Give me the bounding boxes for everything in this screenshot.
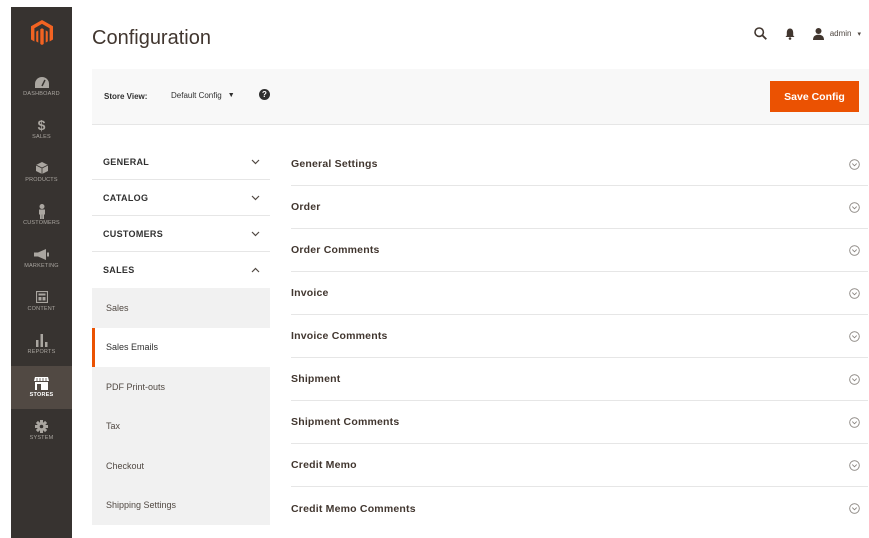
admin-username: admin xyxy=(829,29,852,38)
section-title: General Settings xyxy=(291,158,378,170)
megaphone-icon xyxy=(34,247,50,261)
expand-toggle-icon xyxy=(849,416,860,428)
expand-toggle-icon xyxy=(849,459,860,471)
bar-chart-icon xyxy=(34,333,50,347)
sidebar-item-products[interactable]: PRODUCTS xyxy=(11,151,72,194)
section-title: Invoice Comments xyxy=(291,330,388,342)
chevron-down-icon xyxy=(251,159,260,165)
section-title: Order Comments xyxy=(291,244,380,256)
header-actions: admin ▾ xyxy=(753,27,861,40)
sidebar-item-system[interactable]: SYSTEM xyxy=(11,409,72,452)
layout-icon xyxy=(34,290,50,304)
section-title: Shipment xyxy=(291,373,341,385)
sidebar-item-label: SYSTEM xyxy=(29,435,54,441)
caret-down-icon: ▼ xyxy=(227,92,235,99)
sidebar-item-label: PRODUCTS xyxy=(25,177,58,183)
sidebar-item-label: REPORTS xyxy=(27,349,56,355)
section-order-comments[interactable]: Order Comments xyxy=(291,229,868,272)
magento-logo[interactable] xyxy=(11,7,72,59)
nav-group-label: CUSTOMERS xyxy=(103,228,164,239)
section-title: Shipment Comments xyxy=(291,416,400,428)
sidebar-item-label: DASHBOARD xyxy=(23,91,60,97)
dashboard-icon xyxy=(34,75,50,89)
section-invoice-comments[interactable]: Invoice Comments xyxy=(291,315,868,358)
sidebar-item-reports[interactable]: REPORTS xyxy=(11,323,72,366)
sidebar-item-stores[interactable]: STORES xyxy=(11,366,72,409)
expand-toggle-icon xyxy=(849,373,860,385)
cube-icon xyxy=(34,161,50,175)
sidebar-item-label: CONTENT xyxy=(27,306,56,312)
section-title: Credit Memo xyxy=(291,459,357,471)
page-title: Configuration xyxy=(92,27,211,49)
nav-group-label: CATALOG xyxy=(103,192,149,203)
chevron-up-icon xyxy=(251,267,260,273)
nav-group-general[interactable]: GENERAL xyxy=(92,144,270,180)
section-general-settings[interactable]: General Settings xyxy=(291,143,868,186)
dollar-icon: $ xyxy=(37,117,46,133)
section-title: Invoice xyxy=(291,287,329,299)
nav-sales-items: Sales Sales Emails PDF Print-outs Tax Ch… xyxy=(92,288,270,525)
section-shipment-comments[interactable]: Shipment Comments xyxy=(291,401,868,444)
sidebar-item-customers[interactable]: CUSTOMERS xyxy=(11,194,72,237)
user-icon xyxy=(812,27,824,40)
person-icon xyxy=(34,203,50,219)
section-title: Credit Memo Comments xyxy=(291,502,416,515)
search-icon xyxy=(753,27,767,40)
section-credit-memo-comments[interactable]: Credit Memo Comments xyxy=(291,487,868,530)
nav-group-catalog[interactable]: CATALOG xyxy=(92,180,270,216)
magento-logo-icon xyxy=(30,20,53,45)
search-button[interactable] xyxy=(753,27,767,40)
sidebar-item-dashboard[interactable]: DASHBOARD xyxy=(11,65,72,108)
config-sections: General Settings Order Order Comments In… xyxy=(291,143,868,530)
section-order[interactable]: Order xyxy=(291,186,868,229)
help-icon[interactable]: ? xyxy=(259,89,270,100)
sidebar-item-label: STORES xyxy=(29,392,54,398)
sidebar-item-marketing[interactable]: MARKETING xyxy=(11,237,72,280)
admin-user-menu[interactable]: admin ▾ xyxy=(812,27,861,40)
nav-item-sales-emails[interactable]: Sales Emails xyxy=(92,327,270,367)
store-icon xyxy=(34,376,50,390)
nav-item-shipping-settings[interactable]: Shipping Settings xyxy=(92,486,270,526)
expand-toggle-icon xyxy=(849,201,860,213)
expand-toggle-icon xyxy=(849,158,860,170)
gear-icon xyxy=(34,419,50,433)
admin-sidebar: DASHBOARD $ SALES PRODUCTS CUSTOMERS MAR… xyxy=(11,7,72,538)
expand-toggle-icon xyxy=(849,503,860,514)
nav-group-customers[interactable]: CUSTOMERS xyxy=(92,216,270,252)
chevron-down-icon: ▾ xyxy=(857,30,861,38)
section-invoice[interactable]: Invoice xyxy=(291,272,868,315)
sidebar-item-label: SALES xyxy=(32,134,51,140)
nav-group-label: SALES xyxy=(103,265,135,275)
config-tabs-nav: GENERAL CATALOG CUSTOMERS SALES Sales Sa… xyxy=(92,144,270,525)
section-credit-memo[interactable]: Credit Memo xyxy=(291,444,868,487)
nav-group-sales[interactable]: SALES xyxy=(92,252,270,288)
nav-item-pdf-print-outs[interactable]: PDF Print-outs xyxy=(92,367,270,407)
store-view-toolbar: Store View: Default Config ▼ ? Save Conf… xyxy=(92,69,869,125)
section-shipment[interactable]: Shipment xyxy=(291,358,868,401)
nav-item-tax[interactable]: Tax xyxy=(92,407,270,447)
chevron-down-icon xyxy=(251,195,260,201)
sidebar-item-label: CUSTOMERS xyxy=(23,220,60,226)
section-title: Order xyxy=(291,201,321,213)
store-view-value: Default Config xyxy=(171,91,222,100)
save-config-button[interactable]: Save Config xyxy=(770,81,859,112)
sidebar-item-sales[interactable]: $ SALES xyxy=(11,108,72,151)
store-view-label: Store View: xyxy=(104,92,148,101)
store-view-switcher[interactable]: Default Config ▼ xyxy=(171,91,235,100)
notifications-button[interactable] xyxy=(785,28,795,40)
chevron-down-icon xyxy=(251,231,260,237)
nav-item-checkout[interactable]: Checkout xyxy=(92,446,270,486)
nav-group-label: GENERAL xyxy=(103,156,150,167)
page-header: Configuration admin ▾ xyxy=(72,7,869,69)
frame-top xyxy=(0,0,869,7)
bell-icon xyxy=(785,28,795,40)
expand-toggle-icon xyxy=(849,330,860,342)
expand-toggle-icon xyxy=(849,244,860,256)
expand-toggle-icon xyxy=(849,287,860,299)
sidebar-item-label: MARKETING xyxy=(24,263,59,269)
nav-item-sales[interactable]: Sales xyxy=(92,288,270,328)
sidebar-item-content[interactable]: CONTENT xyxy=(11,280,72,323)
